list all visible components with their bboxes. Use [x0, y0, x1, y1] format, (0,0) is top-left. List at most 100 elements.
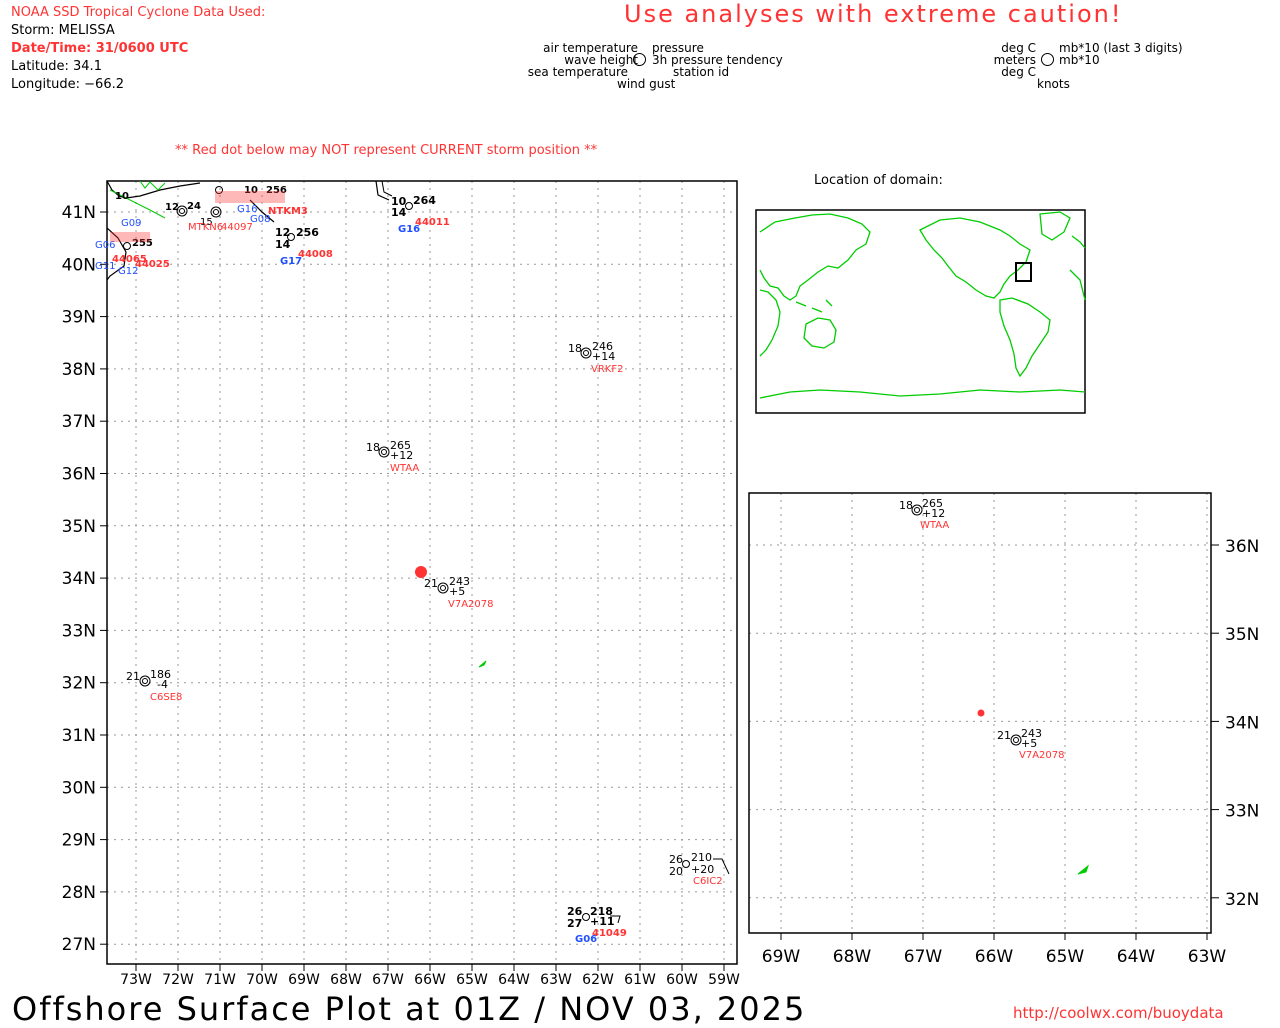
main-lat-label: 29N	[62, 831, 96, 851]
zoom-lon-label: 67W	[904, 947, 943, 967]
main-lon-label: 59W	[708, 972, 740, 988]
main-lat-label: 33N	[62, 621, 96, 641]
b44097-id: 44097	[221, 222, 253, 233]
b44008-pres: 256	[296, 226, 319, 239]
b44011-pres: 264	[413, 194, 436, 207]
zoom-lon-label: 66W	[975, 947, 1014, 967]
main-lat-label: 40N	[62, 255, 96, 275]
zoom-lat-label: 32N	[1225, 890, 1259, 910]
zoom-lat-label: 34N	[1225, 713, 1259, 733]
main-lon-label: 73W	[120, 972, 152, 988]
main-lat-label: 38N	[62, 360, 96, 380]
main-lon-label: 68W	[330, 972, 362, 988]
zoom-station-wtaa: 18 265 +12 WTAA	[899, 497, 949, 531]
station-41049: 26 27 218 +11 41049 G06	[567, 905, 627, 945]
main-lon-label: 72W	[162, 972, 194, 988]
zoom-island-fragment	[1077, 864, 1090, 875]
main-lon-label: 64W	[498, 972, 530, 988]
main-lat-label: 34N	[62, 569, 96, 589]
main-lon-label: 63W	[540, 972, 572, 988]
station-44008: 12 14 256 44008 G17	[275, 226, 333, 267]
b44011-gust: G16	[398, 224, 420, 235]
zoom-lon-label: 65W	[1046, 947, 1085, 967]
v7a2078-tend: +5	[449, 585, 465, 598]
main-lat-label: 36N	[62, 465, 96, 485]
wtaa-air: 18	[366, 441, 380, 454]
island-fragment	[478, 660, 487, 668]
main-lon-label: 69W	[288, 972, 320, 988]
zoom-v7a2078-id: V7A2078	[1019, 750, 1065, 761]
b44065-extra: 44025	[135, 259, 170, 270]
vrkf2-tend: +14	[592, 350, 615, 363]
b44008-wave: 14	[275, 238, 291, 251]
b41049-gust: G06	[575, 934, 597, 945]
gust-g16: G16	[237, 204, 257, 215]
main-lon-label: 61W	[624, 972, 656, 988]
main-lon-label: 66W	[414, 972, 446, 988]
c6ic2-id: C6IC2	[693, 876, 723, 887]
zoom-lat-label: 33N	[1225, 802, 1259, 822]
main-lon-label: 62W	[582, 972, 614, 988]
zoom-wtaa-air: 18	[899, 499, 913, 512]
c6se8-tend: -4	[157, 678, 168, 691]
main-lon-label: 71W	[204, 972, 236, 988]
station-vrkf2: 18 246 +14 VRKF2	[568, 340, 623, 375]
b41049-sea: 27	[567, 917, 582, 930]
zoom-lon-label: 69W	[762, 947, 801, 967]
source-url[interactable]: http://coolwx.com/buoydata	[1013, 1004, 1224, 1022]
station-c6se8: 21 186 -4 C6SE8	[126, 668, 182, 703]
c6ic2-tend: +20	[691, 863, 714, 876]
plot-title: Offshore Surface Plot at 01Z / NOV 03, 2…	[12, 990, 807, 1028]
station-v7a2078: 21 243 +5 V7A2078	[424, 575, 494, 610]
station-wtaa: 18 265 +12 WTAA	[366, 439, 419, 474]
b44008-gust: G17	[280, 256, 302, 267]
b44011-id: 44011	[415, 217, 450, 228]
ntkm3-id: NTKM3	[268, 206, 308, 217]
b41049-id: 41049	[592, 928, 627, 939]
gust-g11: G11	[95, 261, 115, 272]
station-44011: 10 14 264 44011 G16	[391, 194, 450, 235]
zoom-v7a2078-air: 21	[997, 729, 1011, 742]
gust-g09: G09	[121, 218, 141, 229]
main-map: 41N 40N 39N 38N 37N 36N 35N 34N 33N 32N 31N 30N 29N 2…	[62, 180, 1259, 988]
zoom-lon-label: 63W	[1188, 947, 1227, 967]
main-lon-label: 67W	[372, 972, 404, 988]
main-lat-label: 37N	[62, 412, 96, 432]
main-lat-label: 39N	[62, 308, 96, 328]
zoom-storm-dot	[977, 709, 985, 717]
inset-title: Location of domain:	[814, 173, 943, 188]
main-lat-label: 32N	[62, 674, 96, 694]
c6se8-air: 21	[126, 670, 140, 683]
v7a2078-air: 21	[424, 577, 438, 590]
vrkf2-air: 18	[568, 342, 582, 355]
c6se8-id: C6SE8	[150, 692, 182, 703]
c6ic2-sea: 20	[669, 865, 683, 878]
main-lat-label: 30N	[62, 778, 96, 798]
zoom-lat-label: 36N	[1225, 537, 1259, 557]
b44065-air: 10	[115, 191, 129, 202]
b41049-tend: +11	[590, 915, 615, 928]
b44097-air: 12	[165, 202, 179, 213]
wtaa-id: WTAA	[390, 463, 419, 474]
zoom-lon-label: 68W	[833, 947, 872, 967]
main-lat-label: 27N	[62, 935, 96, 955]
b44097-pres: 24	[187, 201, 201, 212]
wtaa-tend: +12	[390, 449, 413, 462]
zoom-v7a2078-tend: +5	[1021, 737, 1037, 750]
b44008-id: 44008	[298, 249, 333, 260]
gust-g12: G12	[118, 266, 138, 277]
main-lon-label: 65W	[456, 972, 488, 988]
main-lat-label: 31N	[62, 726, 96, 746]
zoom-lat-label: 35N	[1225, 625, 1259, 645]
zoom-wtaa-tend: +12	[922, 507, 945, 520]
main-lon-label: 60W	[666, 972, 698, 988]
v7a2078-id: V7A2078	[448, 599, 494, 610]
zoom-wtaa-id: WTAA	[920, 520, 949, 531]
main-lat-label: 41N	[62, 203, 96, 223]
main-lat-label: 28N	[62, 883, 96, 903]
gust-g08: G08	[250, 214, 270, 225]
station-c6ic2: 26 20 210 +20 C6IC2	[669, 851, 730, 887]
vrkf2-id: VRKF2	[591, 364, 623, 375]
zoom-lon-label: 64W	[1117, 947, 1156, 967]
inset-map-frame	[755, 209, 1086, 414]
